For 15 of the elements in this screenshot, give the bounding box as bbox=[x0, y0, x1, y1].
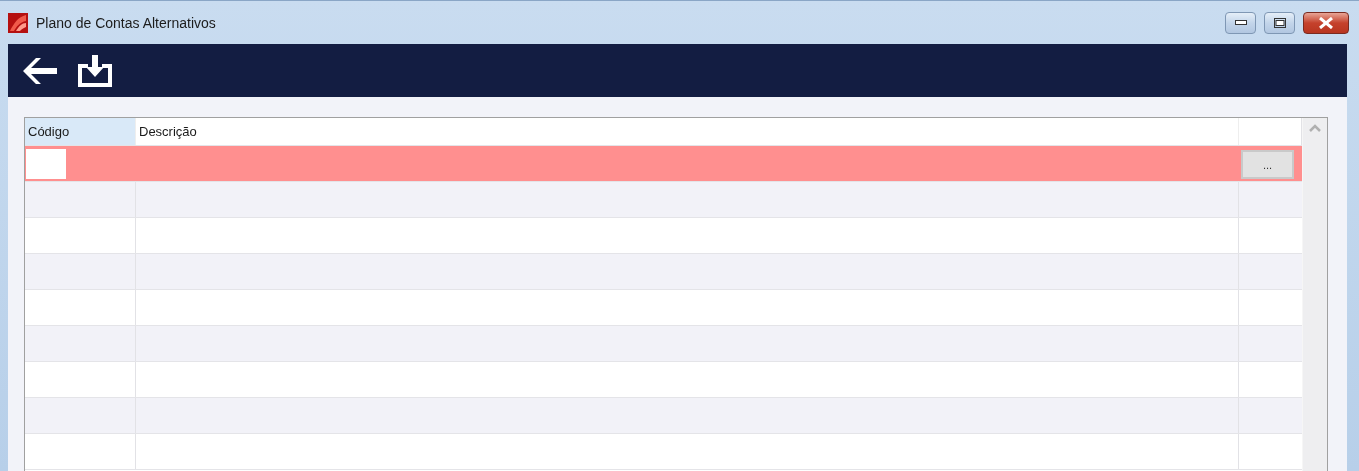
column-header[interactable]: Código bbox=[25, 118, 136, 145]
close-button[interactable] bbox=[1303, 11, 1349, 34]
maximize-icon bbox=[1273, 17, 1286, 28]
save-button[interactable] bbox=[76, 53, 114, 88]
download-tray-icon bbox=[76, 53, 114, 88]
ellipsis-button[interactable]: ... bbox=[1241, 150, 1294, 179]
minimize-button[interactable] bbox=[1225, 11, 1256, 34]
back-button[interactable] bbox=[22, 55, 58, 86]
minimize-icon bbox=[1234, 20, 1247, 25]
code-input-field[interactable] bbox=[26, 149, 66, 179]
back-arrow-icon bbox=[22, 55, 58, 86]
window-title: Plano de Contas Alternativos bbox=[36, 14, 217, 31]
app-logo-icon bbox=[8, 12, 28, 33]
close-icon bbox=[1318, 16, 1334, 29]
maximize-button[interactable] bbox=[1264, 11, 1295, 34]
